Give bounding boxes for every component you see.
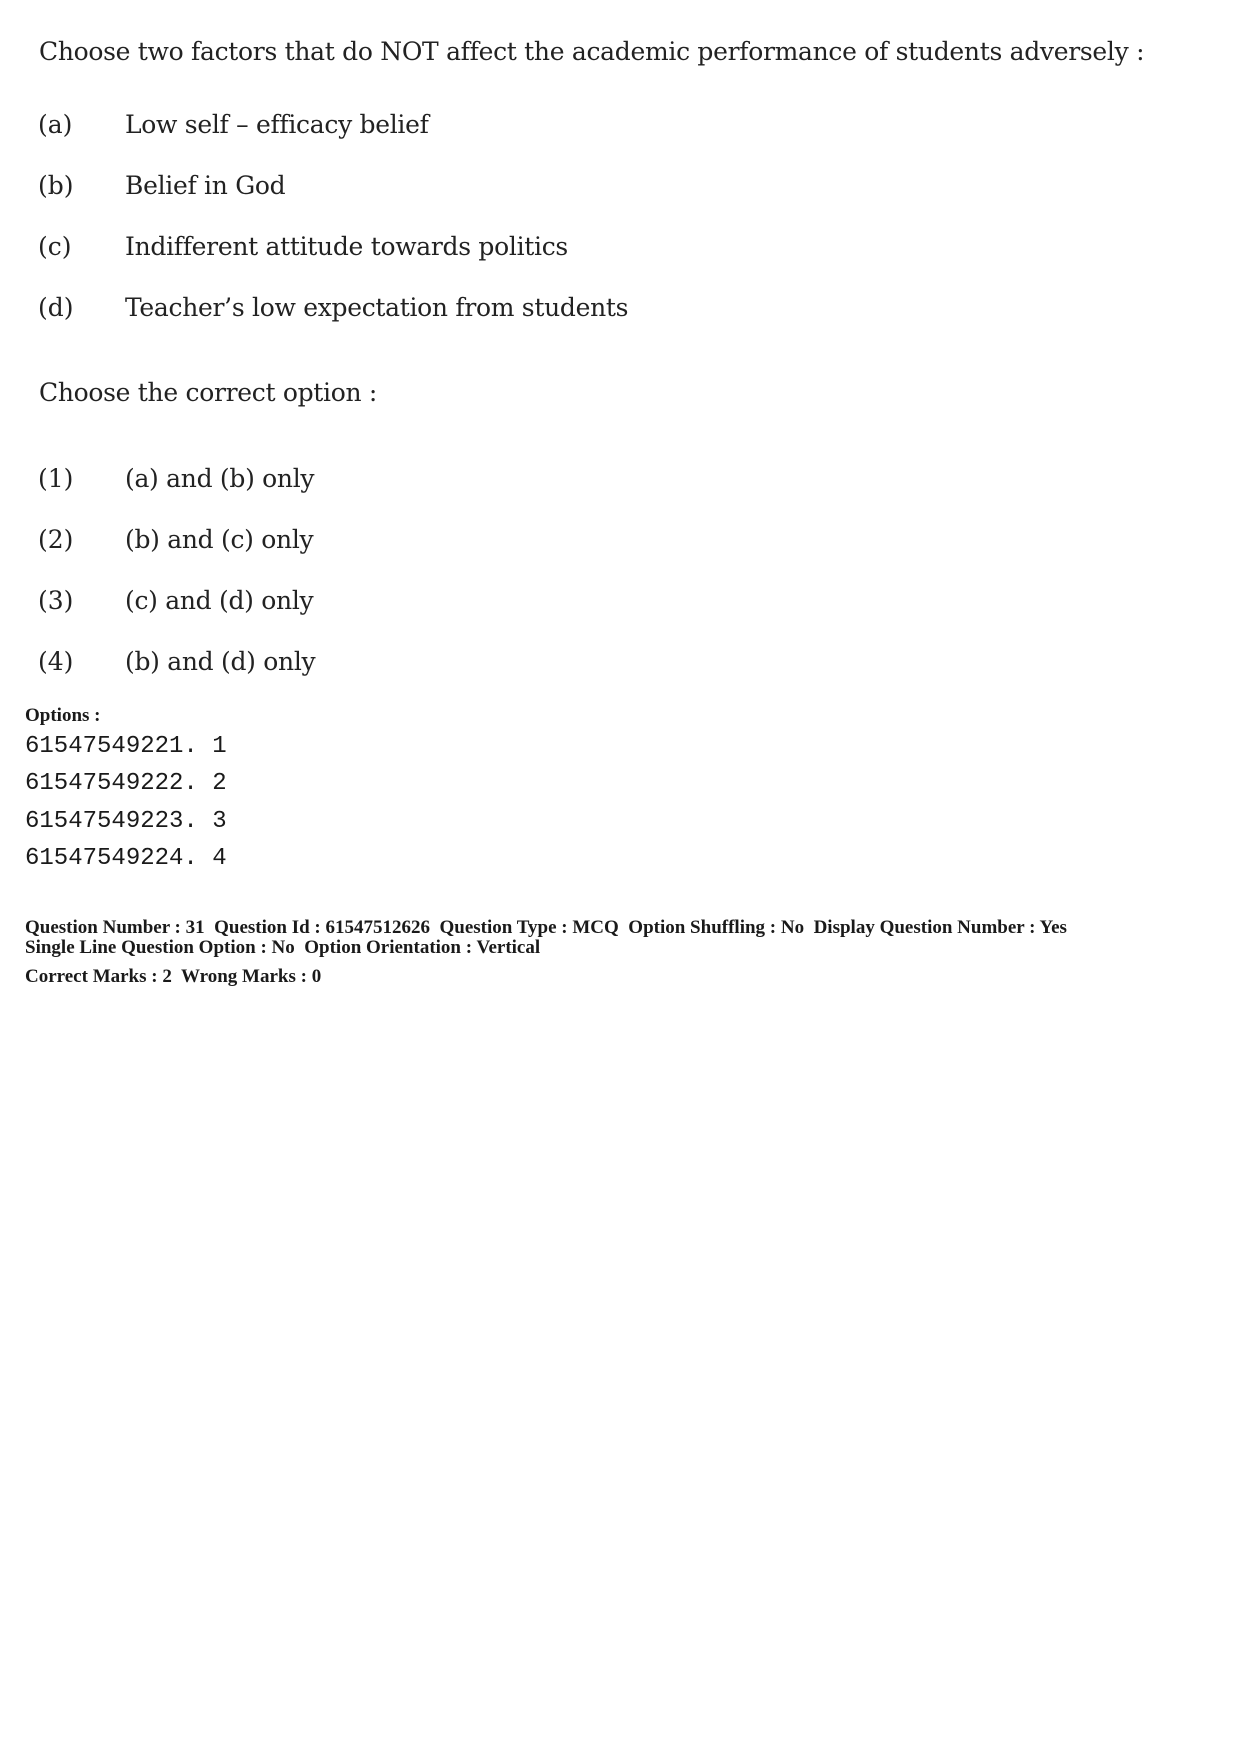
- choice-text: (a) and (b) only: [125, 464, 315, 493]
- statement-text: Low self – efficacy belief: [125, 110, 429, 139]
- choice-label: (3): [38, 586, 74, 615]
- option-item: 61547549224. 4: [25, 845, 227, 872]
- question-image: Choose two factors that do NOT affect th…: [0, 0, 1240, 700]
- question-meta-line: Single Line Question Option : No Option …: [25, 937, 541, 958]
- marks-line: Correct Marks : 2 Wrong Marks : 0: [25, 966, 322, 987]
- options-title: Options :: [25, 705, 101, 726]
- choose-prompt: Choose the correct option :: [39, 378, 378, 407]
- statement-text: Teacher’s low expectation from students: [125, 293, 629, 322]
- statement-label: (d): [38, 293, 74, 322]
- option-item: 61547549221. 1: [25, 733, 227, 760]
- choice-text: (c) and (d) only: [125, 586, 314, 615]
- option-item: 61547549222. 2: [25, 770, 227, 797]
- statement-text: Belief in God: [125, 171, 286, 200]
- statement-label: (c): [38, 232, 72, 261]
- choice-label: (1): [38, 464, 74, 493]
- question-meta-line: Question Number : 31 Question Id : 61547…: [25, 917, 1067, 938]
- statement-label: (b): [38, 171, 74, 200]
- question-stem: Choose two factors that do NOT affect th…: [39, 37, 1145, 66]
- choice-label: (2): [38, 525, 74, 554]
- option-item: 61547549223. 3: [25, 808, 227, 835]
- choice-text: (b) and (d) only: [125, 647, 316, 676]
- choice-label: (4): [38, 647, 74, 676]
- statement-label: (a): [38, 110, 73, 139]
- choice-text: (b) and (c) only: [125, 525, 314, 554]
- statement-text: Indifferent attitude towards politics: [125, 232, 568, 261]
